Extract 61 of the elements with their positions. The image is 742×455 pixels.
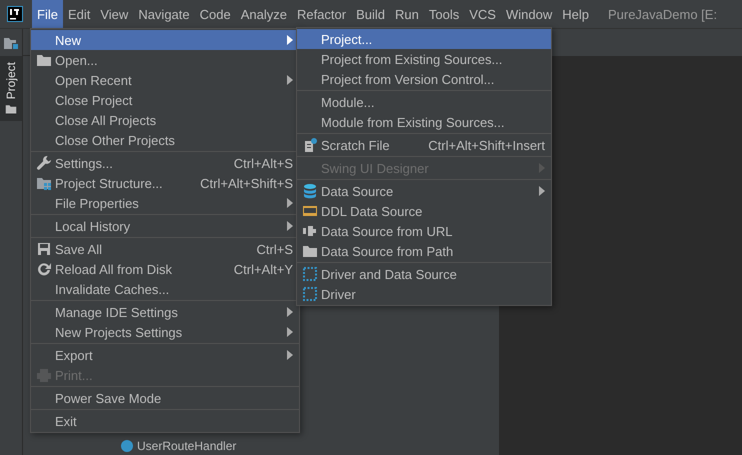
menu-item[interactable]: Close Other Projects	[31, 130, 299, 150]
menu-item[interactable]: Exit	[31, 411, 299, 431]
menu-item[interactable]: Data Source from Path	[297, 241, 551, 261]
menu-bar-item[interactable]: View	[95, 0, 134, 28]
menu-item[interactable]: Close Project	[31, 90, 299, 110]
dotted-square-icon	[302, 286, 318, 302]
menu-item[interactable]: Project from Version Control...	[297, 69, 551, 89]
menu-item[interactable]: Save All Ctrl+S	[31, 239, 299, 259]
menu-item[interactable]: Close All Projects	[31, 110, 299, 130]
plug-icon	[302, 223, 318, 239]
class-icon	[121, 440, 133, 452]
tree-item[interactable]: UserRouteHandler	[137, 439, 236, 453]
menu-item[interactable]: Open...	[31, 50, 299, 70]
menu-bar-item[interactable]: VCS	[464, 0, 501, 28]
menu-bar-item[interactable]: Window	[500, 0, 558, 28]
menu-item[interactable]: New	[31, 30, 299, 50]
menu-item[interactable]: Manage IDE Settings	[31, 302, 299, 322]
dotted-square-icon	[302, 266, 318, 282]
window-title: PureJavaDemo [E:	[608, 6, 718, 22]
folder-icon	[36, 52, 52, 68]
menu-bar-item[interactable]: Analyze	[236, 0, 292, 28]
menu-bar-item[interactable]: Tools	[424, 0, 464, 28]
menu-item[interactable]: Export	[31, 345, 299, 365]
menu-item[interactable]: Project...	[297, 29, 551, 49]
menu-bar-item[interactable]: Help	[557, 0, 594, 28]
menu-item[interactable]: Local History	[31, 216, 299, 236]
menu-bar-item[interactable]: File	[32, 0, 63, 28]
project-tab[interactable]: Project	[0, 56, 22, 122]
menu-bar-item[interactable]: Build	[351, 0, 390, 28]
menu-bar-item[interactable]: Refactor	[292, 0, 352, 28]
document-icon	[302, 137, 318, 153]
menu-item[interactable]: New Projects Settings	[31, 322, 299, 342]
menu-item[interactable]: Project Structure... Ctrl+Alt+Shift+S	[31, 173, 299, 193]
reload-icon	[36, 261, 52, 277]
menu-item[interactable]: Reload All from Disk Ctrl+Alt+Y	[31, 259, 299, 279]
menu-item[interactable]: Module...	[297, 92, 551, 112]
menu-item[interactable]: Scratch File Ctrl+Alt+Shift+Insert	[297, 135, 551, 155]
folder-icon	[5, 103, 17, 116]
printer-icon	[36, 367, 52, 383]
menu-item[interactable]: Driver	[297, 284, 551, 304]
menu-item[interactable]: DDL Data Source	[297, 201, 551, 221]
menu-item[interactable]: Power Save Mode	[31, 388, 299, 408]
folder-grid-icon	[36, 175, 52, 191]
app-logo-icon[interactable]	[7, 6, 23, 22]
menu-item[interactable]: Driver and Data Source	[297, 264, 551, 284]
folder-icon	[302, 243, 318, 259]
menu-item[interactable]: Project from Existing Sources...	[297, 49, 551, 69]
menu-item[interactable]: Open Recent	[31, 70, 299, 90]
menu-bar-item[interactable]: Run	[390, 0, 424, 28]
menu-bar-item[interactable]: Navigate	[133, 0, 195, 28]
database-icon	[302, 183, 318, 199]
menu-bar-item[interactable]: Code	[194, 0, 236, 28]
menu-bar-item[interactable]: Edit	[62, 0, 96, 28]
menu-item[interactable]: Module from Existing Sources...	[297, 112, 551, 132]
menu-item[interactable]: Data Source from URL	[297, 221, 551, 241]
wrench-icon	[36, 155, 52, 171]
menu-item[interactable]: Data Source	[297, 181, 551, 201]
menu-item[interactable]: Settings... Ctrl+Alt+S	[31, 153, 299, 173]
menu-item[interactable]: File Properties	[31, 193, 299, 213]
menu-item[interactable]: Invalidate Caches...	[31, 279, 299, 299]
ddl-icon	[302, 203, 318, 219]
